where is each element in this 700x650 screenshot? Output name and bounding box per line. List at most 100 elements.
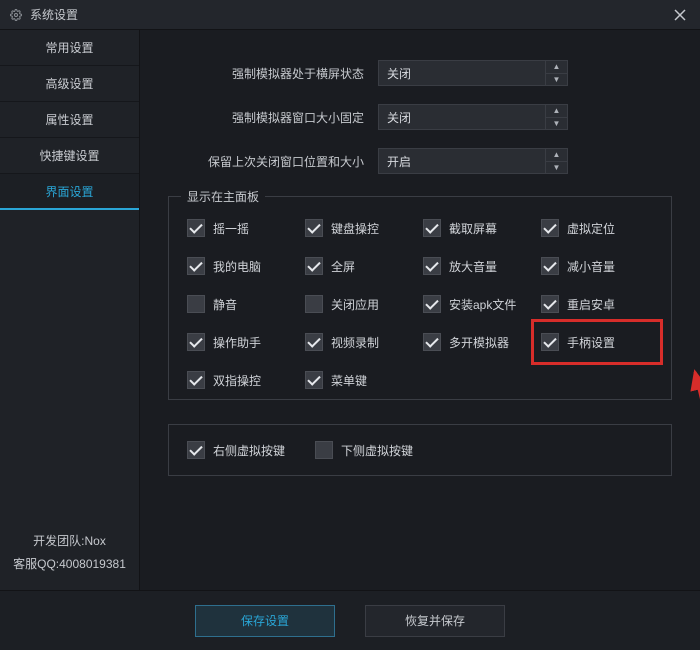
checkbox-icon[interactable] (305, 295, 323, 313)
check-label: 静音 (213, 296, 237, 313)
check-item-8[interactable]: 静音 (187, 295, 299, 313)
check-label: 操作助手 (213, 334, 261, 351)
row-fixed-size: 强制模拟器窗口大小固定 关闭 ▲ ▼ (168, 104, 672, 130)
fixed-size-value: 关闭 (387, 109, 411, 126)
check-label: 全屏 (331, 258, 355, 275)
restore-button[interactable]: 恢复并保存 (365, 605, 505, 637)
support-qq-label: 客服QQ:4008019381 (8, 553, 131, 576)
check-item-10[interactable]: 安装apk文件 (423, 295, 535, 313)
check-item-13[interactable]: 视频录制 (305, 333, 417, 351)
fixed-size-label: 强制模拟器窗口大小固定 (168, 109, 378, 126)
check-label: 摇一摇 (213, 220, 249, 237)
stepper-icon[interactable]: ▲ ▼ (545, 149, 567, 173)
check-label: 右侧虚拟按键 (213, 442, 285, 459)
chevron-up-icon[interactable]: ▲ (546, 61, 567, 74)
check-label: 多开模拟器 (449, 334, 509, 351)
landscape-value: 关闭 (387, 65, 411, 82)
fieldset-legend: 显示在主面板 (181, 188, 265, 205)
checkbox-icon[interactable] (541, 257, 559, 275)
check-item-11[interactable]: 重启安卓 (541, 295, 653, 313)
sidebar-item-4[interactable]: 界面设置 (0, 174, 139, 210)
sidebar-footer: 开发团队:Nox 客服QQ:4008019381 (0, 520, 139, 590)
check-item-5[interactable]: 全屏 (305, 257, 417, 275)
stepper-icon[interactable]: ▲ ▼ (545, 61, 567, 85)
check-label: 视频录制 (331, 334, 379, 351)
checkbox-icon[interactable] (305, 333, 323, 351)
check-label: 放大音量 (449, 258, 497, 275)
check-label: 下侧虚拟按键 (341, 442, 413, 459)
landscape-select[interactable]: 关闭 ▲ ▼ (378, 60, 568, 86)
checkbox-icon[interactable] (187, 441, 205, 459)
check-item-2[interactable]: 截取屏幕 (423, 219, 535, 237)
dev-team-label: 开发团队:Nox (8, 530, 131, 553)
sidebar-item-1[interactable]: 高级设置 (0, 66, 139, 102)
bottom-check-0[interactable]: 右侧虚拟按键 (187, 441, 285, 459)
check-label: 手柄设置 (567, 334, 615, 351)
chevron-up-icon[interactable]: ▲ (546, 105, 567, 118)
check-item-12[interactable]: 操作助手 (187, 333, 299, 351)
window-title: 系统设置 (30, 6, 78, 23)
footer: 保存设置 恢复并保存 (0, 590, 700, 650)
check-item-0[interactable]: 摇一摇 (187, 219, 299, 237)
fixed-size-select[interactable]: 关闭 ▲ ▼ (378, 104, 568, 130)
row-landscape: 强制模拟器处于横屏状态 关闭 ▲ ▼ (168, 60, 672, 86)
checkbox-icon[interactable] (187, 219, 205, 237)
check-item-14[interactable]: 多开模拟器 (423, 333, 535, 351)
check-item-17[interactable]: 菜单键 (305, 371, 417, 389)
check-item-3[interactable]: 虚拟定位 (541, 219, 653, 237)
check-label: 关闭应用 (331, 296, 379, 313)
check-label: 安装apk文件 (449, 296, 516, 313)
check-item-6[interactable]: 放大音量 (423, 257, 535, 275)
restore-label: 恢复并保存 (405, 612, 465, 629)
virtual-keys-fieldset: 右侧虚拟按键 下侧虚拟按键 (168, 424, 672, 476)
sidebar: 常用设置高级设置属性设置快捷键设置界面设置 开发团队:Nox 客服QQ:4008… (0, 30, 140, 590)
checkbox-icon[interactable] (187, 257, 205, 275)
check-item-1[interactable]: 键盘操控 (305, 219, 417, 237)
checkbox-icon[interactable] (541, 333, 559, 351)
checkbox-icon[interactable] (187, 295, 205, 313)
remember-pos-value: 开启 (387, 153, 411, 170)
checkbox-icon[interactable] (423, 333, 441, 351)
check-item-4[interactable]: 我的电脑 (187, 257, 299, 275)
checkbox-icon[interactable] (423, 257, 441, 275)
row-remember-pos: 保留上次关闭窗口位置和大小 开启 ▲ ▼ (168, 148, 672, 174)
sidebar-item-2[interactable]: 属性设置 (0, 102, 139, 138)
checkbox-icon[interactable] (187, 371, 205, 389)
close-button[interactable] (670, 5, 690, 25)
chevron-up-icon[interactable]: ▲ (546, 149, 567, 162)
gear-icon (10, 9, 22, 21)
check-item-16[interactable]: 双指操控 (187, 371, 299, 389)
landscape-label: 强制模拟器处于横屏状态 (168, 65, 378, 82)
titlebar: 系统设置 (0, 0, 700, 30)
chevron-down-icon[interactable]: ▼ (546, 118, 567, 130)
checkbox-icon[interactable] (423, 219, 441, 237)
sidebar-item-3[interactable]: 快捷键设置 (0, 138, 139, 174)
chevron-down-icon[interactable]: ▼ (546, 162, 567, 174)
checkbox-icon[interactable] (315, 441, 333, 459)
save-button[interactable]: 保存设置 (195, 605, 335, 637)
checkbox-icon[interactable] (541, 219, 559, 237)
main-panel: 强制模拟器处于横屏状态 关闭 ▲ ▼ 强制模拟器窗口大小固定 关闭 ▲ ▼ 保留… (140, 30, 700, 590)
check-label: 重启安卓 (567, 296, 615, 313)
check-label: 键盘操控 (331, 220, 379, 237)
check-item-15[interactable]: 手柄设置 (541, 333, 653, 351)
checkbox-icon[interactable] (305, 371, 323, 389)
save-label: 保存设置 (241, 612, 289, 629)
sidebar-item-0[interactable]: 常用设置 (0, 30, 139, 66)
check-item-7[interactable]: 减小音量 (541, 257, 653, 275)
bottom-check-1[interactable]: 下侧虚拟按键 (315, 441, 413, 459)
check-item-9[interactable]: 关闭应用 (305, 295, 417, 313)
checkbox-icon[interactable] (187, 333, 205, 351)
check-label: 虚拟定位 (567, 220, 615, 237)
checkbox-icon[interactable] (305, 257, 323, 275)
remember-pos-label: 保留上次关闭窗口位置和大小 (168, 153, 378, 170)
checkbox-icon[interactable] (423, 295, 441, 313)
stepper-icon[interactable]: ▲ ▼ (545, 105, 567, 129)
check-label: 双指操控 (213, 372, 261, 389)
check-label: 菜单键 (331, 372, 367, 389)
remember-pos-select[interactable]: 开启 ▲ ▼ (378, 148, 568, 174)
check-label: 减小音量 (567, 258, 615, 275)
chevron-down-icon[interactable]: ▼ (546, 74, 567, 86)
checkbox-icon[interactable] (541, 295, 559, 313)
checkbox-icon[interactable] (305, 219, 323, 237)
